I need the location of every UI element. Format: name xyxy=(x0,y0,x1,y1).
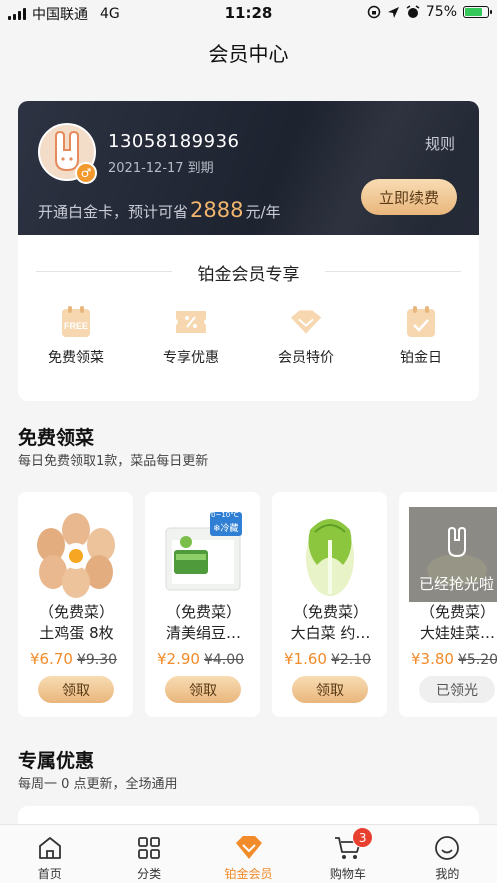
veg-price: ¥1.60 ¥2.10 xyxy=(284,650,371,668)
alarm-icon xyxy=(406,5,420,18)
privilege-free-veg[interactable]: FREE 免费领菜 xyxy=(26,305,126,367)
privilege-panel: 铂金会员专享 FREE 免费领菜 专享优惠 会员特价 铂金日 xyxy=(18,235,479,401)
exclusive-title: 专属优惠 xyxy=(18,750,95,772)
diamond-icon xyxy=(289,305,323,339)
privilege-label: 专享优惠 xyxy=(163,350,219,366)
privilege-label: 免费领菜 xyxy=(48,350,104,366)
home-icon xyxy=(36,834,64,862)
save-prefix: 开通白金卡，预计可省 xyxy=(38,203,189,221)
tab-label: 铂金会员 xyxy=(224,867,273,881)
tab-label: 首页 xyxy=(37,867,62,881)
rabbit-logo-icon xyxy=(447,527,466,557)
lock-rotation-icon xyxy=(367,5,381,19)
svg-text:FREE: FREE xyxy=(64,321,88,331)
member-expire: 2021-12-17 到期 xyxy=(108,161,214,176)
soldout-text: 已经抢光啦 xyxy=(418,575,494,593)
male-icon: ♂ xyxy=(75,162,97,184)
price-old: ¥5.20 xyxy=(457,652,497,668)
veg-card[interactable]: （免费菜） 土鸡蛋 8枚 ¥6.70 ¥9.30 领取 xyxy=(18,492,133,717)
claim-button[interactable]: 领取 xyxy=(38,676,114,703)
pkg-cold: ❄冷藏 xyxy=(213,524,239,534)
location-icon xyxy=(387,6,399,18)
veg-name: 大白菜 约… xyxy=(290,624,371,642)
veg-tag: （免费菜） xyxy=(165,603,241,621)
tab-label: 我的 xyxy=(435,867,460,881)
page-title: 会员中心 xyxy=(208,42,289,66)
claimed-button[interactable]: 已领光 xyxy=(419,676,495,703)
tab-bar: 首页 分类 铂金会员 3 购物车 我的 xyxy=(0,824,497,883)
veg-price: ¥3.80 ¥5.20 xyxy=(411,650,497,668)
claim-button[interactable]: 领取 xyxy=(292,676,368,703)
privilege-coupon[interactable]: 专享优惠 xyxy=(141,305,241,367)
veg-tag: （免费菜） xyxy=(38,603,114,621)
tab-label: 分类 xyxy=(137,867,162,881)
price-now: ¥1.60 xyxy=(284,650,327,668)
privilege-platinum-day[interactable]: 铂金日 xyxy=(371,305,471,367)
veg-card[interactable]: （免费菜） 大白菜 约… ¥1.60 ¥2.10 领取 xyxy=(272,492,387,717)
privilege-label: 会员特价 xyxy=(278,350,334,366)
claim-button[interactable]: 领取 xyxy=(165,676,241,703)
tab-cart[interactable]: 3 购物车 xyxy=(298,825,397,883)
tab-home[interactable]: 首页 xyxy=(0,825,99,883)
tab-platinum[interactable]: 铂金会员 xyxy=(199,825,298,883)
veg-name: 清美绢豆… xyxy=(165,624,241,642)
veg-price: ¥2.90 ¥4.00 xyxy=(157,650,244,668)
renew-button[interactable]: 立即续费 xyxy=(361,179,457,215)
diamond-icon xyxy=(235,834,263,862)
veg-tag: （免费菜） xyxy=(419,603,495,621)
tab-mine[interactable]: 我的 xyxy=(398,825,497,883)
member-card: ♂ 13058189936 2021-12-17 到期 规则 开通白金卡，预计可… xyxy=(18,101,479,235)
save-suffix: 元/年 xyxy=(245,203,281,221)
price-now: ¥2.90 xyxy=(157,650,200,668)
privilege-title: 铂金会员专享 xyxy=(197,265,300,285)
free-tag-icon: FREE xyxy=(59,305,93,339)
free-veg-title: 免费领菜 xyxy=(18,427,95,449)
pkg-temp: 0~10°C xyxy=(211,511,239,519)
save-amount: 2888 xyxy=(190,198,244,222)
rules-link[interactable]: 规则 xyxy=(425,133,455,154)
privilege-label: 铂金日 xyxy=(400,350,442,366)
tab-label: 购物车 xyxy=(329,867,366,881)
veg-card[interactable]: 0~10°C ❄冷藏 （免费菜） 清美绢豆… ¥2.90 ¥4.00 领取 xyxy=(145,492,260,717)
calendar-icon xyxy=(404,305,438,339)
smile-icon xyxy=(433,834,461,862)
save-line: 开通白金卡，预计可省 2888 元/年 xyxy=(38,198,281,222)
price-now: ¥3.80 xyxy=(411,650,454,668)
veg-card[interactable]: 已经抢光啦 （免费菜） 大娃娃菜… ¥3.80 ¥5.20 已领光 xyxy=(399,492,497,717)
exclusive-subtitle: 每周一 0 点更新，全场通用 xyxy=(18,777,178,792)
soldout-overlay: 已经抢光啦 xyxy=(409,507,497,602)
battery-level xyxy=(465,8,482,16)
member-phone: 13058189936 xyxy=(108,131,240,152)
price-old: ¥2.10 xyxy=(330,652,372,668)
status-bar: 中国联通 4G 11:28 75% xyxy=(0,0,497,26)
cart-badge: 3 xyxy=(352,827,374,848)
divider-right xyxy=(325,271,461,272)
status-right: 75% xyxy=(367,4,492,20)
veg-price: ¥6.70 ¥9.30 xyxy=(30,650,117,668)
coupon-icon xyxy=(174,305,208,339)
free-veg-subtitle: 每日免费领取1款，菜品每日更新 xyxy=(18,454,209,469)
battery-icon xyxy=(463,6,492,18)
veg-tag: （免费菜） xyxy=(292,603,368,621)
privilege-special-price[interactable]: 会员特价 xyxy=(256,305,356,367)
grid-icon xyxy=(135,834,163,862)
price-now: ¥6.70 xyxy=(30,650,73,668)
price-old: ¥9.30 xyxy=(76,652,118,668)
price-old: ¥4.00 xyxy=(203,652,245,668)
battery-percent: 75% xyxy=(425,4,457,20)
eggs-image xyxy=(28,507,123,602)
tab-category[interactable]: 分类 xyxy=(99,825,198,883)
cabbage-image xyxy=(282,507,377,602)
veg-name: 土鸡蛋 8枚 xyxy=(39,624,114,642)
veg-name: 大娃娃菜… xyxy=(419,624,495,642)
